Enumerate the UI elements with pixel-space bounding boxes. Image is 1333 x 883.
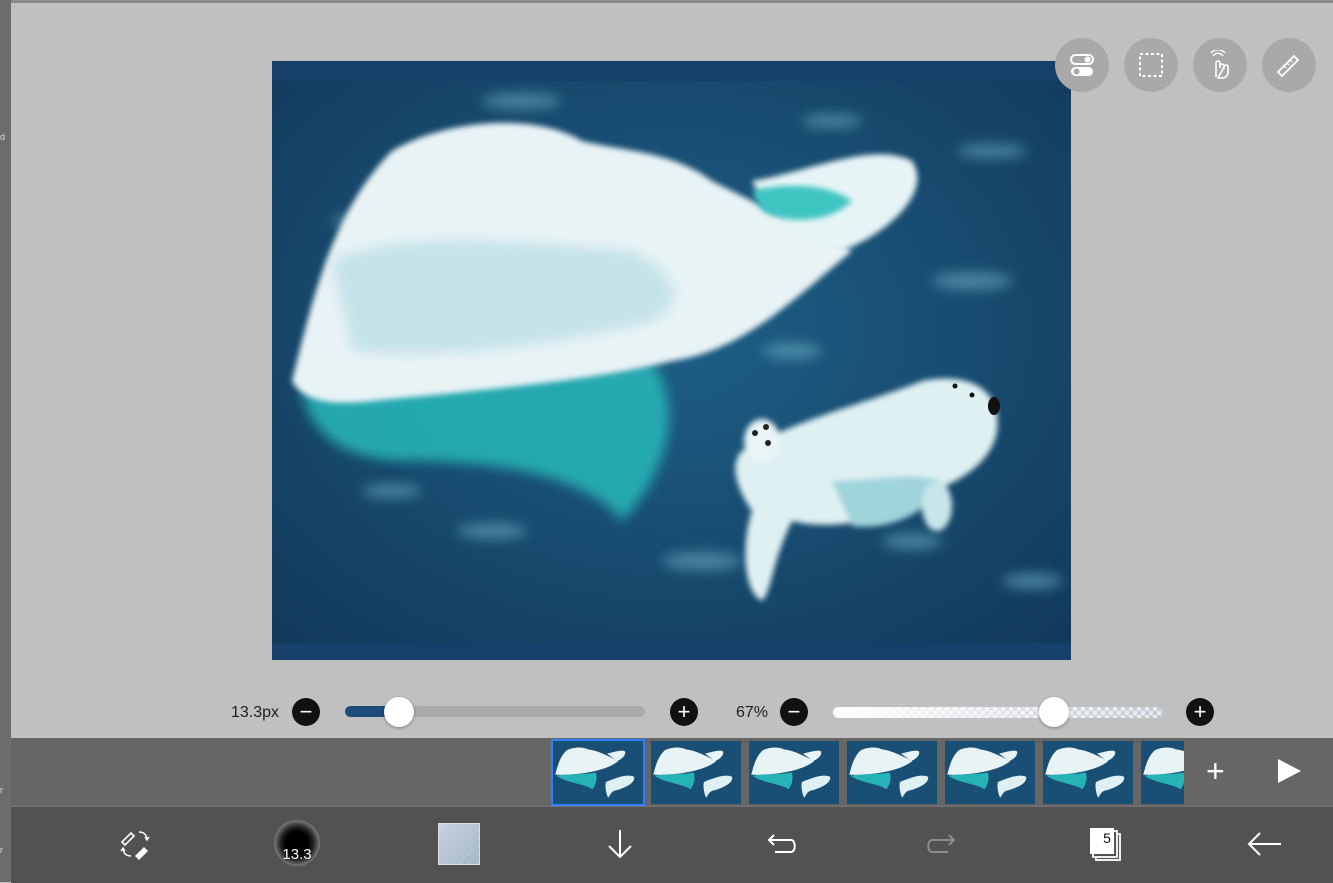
left-panel-edge: d r r (0, 0, 11, 882)
pen-eraser-swap-icon (120, 831, 150, 860)
opacity-decrease-button[interactable]: − (780, 698, 808, 726)
frame-thumbnail (945, 741, 1035, 804)
frame-thumbnail (1043, 741, 1133, 804)
layers-button[interactable]: 5 (1082, 822, 1126, 866)
timeline-frame[interactable] (945, 741, 1035, 804)
play-icon (1278, 759, 1301, 783)
add-frame-button[interactable]: + (1206, 755, 1225, 787)
left-edge-label: r (0, 845, 3, 855)
ruler-icon (1276, 54, 1300, 78)
minus-icon: − (787, 699, 801, 724)
selection-icon (1139, 53, 1163, 77)
frame-thumbnail (1141, 741, 1184, 804)
bottom-toolbar (11, 806, 1333, 883)
window-top-border (0, 0, 1333, 3)
redo-button[interactable] (920, 822, 964, 866)
brush-size-slider-thumb[interactable] (384, 697, 414, 727)
brush-preview-label: 13.3 (282, 846, 312, 863)
timeline-frame[interactable] (651, 741, 741, 804)
frame-thumbnail (651, 741, 741, 804)
toggle-icon (1070, 54, 1094, 76)
brush-size-increase-button[interactable]: + (670, 698, 698, 726)
opacity-label: 67% (736, 704, 769, 721)
redo-icon (927, 834, 956, 853)
brush-preview-button[interactable]: 13.3 (274, 820, 320, 866)
selection-button[interactable] (1124, 38, 1178, 92)
gesture-button[interactable] (1193, 38, 1247, 92)
undo-icon (767, 834, 796, 853)
opacity-increase-button[interactable]: + (1186, 698, 1214, 726)
frame-thumbnail (553, 741, 643, 804)
timeline-frame[interactable] (749, 741, 839, 804)
timeline-frame[interactable] (1141, 741, 1184, 804)
opacity-slider-thumb[interactable] (1039, 697, 1070, 727)
color-swatch-button[interactable] (438, 823, 480, 865)
toggle-tools-button[interactable] (1055, 38, 1109, 92)
left-edge-label: d (0, 132, 6, 142)
gesture-icon (1210, 50, 1229, 79)
timeline-frame[interactable] (551, 739, 645, 806)
ruler-button[interactable] (1262, 38, 1316, 92)
layer-count: 5 (1103, 830, 1111, 846)
brush-size-label: 13.3px (231, 704, 280, 721)
timeline-frame[interactable] (847, 741, 937, 804)
pen-eraser-toggle-button[interactable] (113, 822, 157, 866)
plus-icon: + (1193, 699, 1207, 724)
back-arrow-icon (1247, 832, 1281, 856)
download-arrow-icon (608, 830, 632, 859)
frame-thumbnail (749, 741, 839, 804)
left-edge-label: r (0, 785, 3, 795)
artwork (272, 61, 1071, 660)
play-button[interactable] (1275, 757, 1303, 790)
brush-size-decrease-button[interactable]: − (292, 698, 320, 726)
timeline-frame[interactable] (1043, 741, 1133, 804)
frame-thumbnail (847, 741, 937, 804)
plus-icon: + (677, 699, 691, 724)
undo-button[interactable] (759, 822, 803, 866)
back-button[interactable] (1243, 822, 1287, 866)
opacity-slider-track[interactable] (833, 707, 1163, 718)
download-button[interactable] (598, 822, 642, 866)
minus-icon: − (299, 699, 313, 724)
drawing-canvas[interactable] (272, 61, 1071, 660)
